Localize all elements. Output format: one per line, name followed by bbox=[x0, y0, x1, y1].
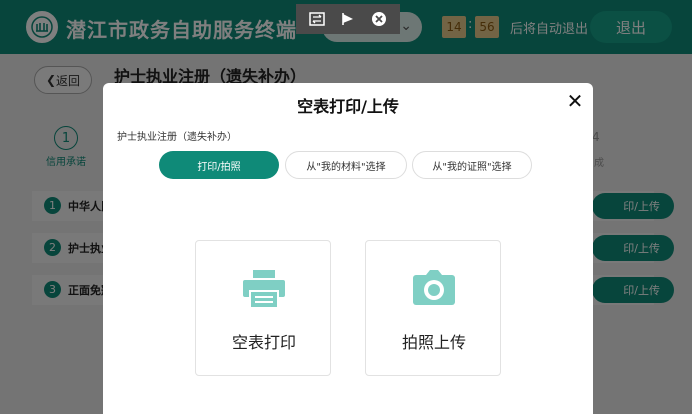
card-label: 拍照上传 bbox=[401, 333, 466, 352]
close-circle-icon[interactable] bbox=[368, 8, 390, 30]
tab-print-photo[interactable]: 打印/拍照 bbox=[159, 151, 279, 179]
print-upload-dialog: 空表打印/上传 ✕ 护士执业注册（遗失补办） 打印/拍照 从"我的材料"选择 从… bbox=[103, 83, 593, 414]
close-icon[interactable]: ✕ bbox=[565, 91, 585, 111]
camera-icon bbox=[412, 269, 456, 309]
dialog-subtitle: 护士执业注册（遗失补办） bbox=[117, 132, 237, 143]
tab-my-materials[interactable]: 从"我的材料"选择 bbox=[285, 151, 407, 179]
dialog-title: 空表打印/上传 bbox=[297, 97, 399, 116]
switch-icon[interactable] bbox=[306, 8, 328, 30]
photo-upload-card[interactable]: 拍照上传 bbox=[365, 240, 501, 376]
floating-toolbar bbox=[296, 4, 400, 34]
flag-icon[interactable] bbox=[337, 8, 359, 30]
blank-form-print-card[interactable]: 空表打印 bbox=[195, 240, 331, 376]
card-label: 空表打印 bbox=[231, 333, 296, 352]
printer-icon bbox=[242, 269, 286, 309]
tab-my-certificates[interactable]: 从"我的证照"选择 bbox=[412, 151, 532, 179]
